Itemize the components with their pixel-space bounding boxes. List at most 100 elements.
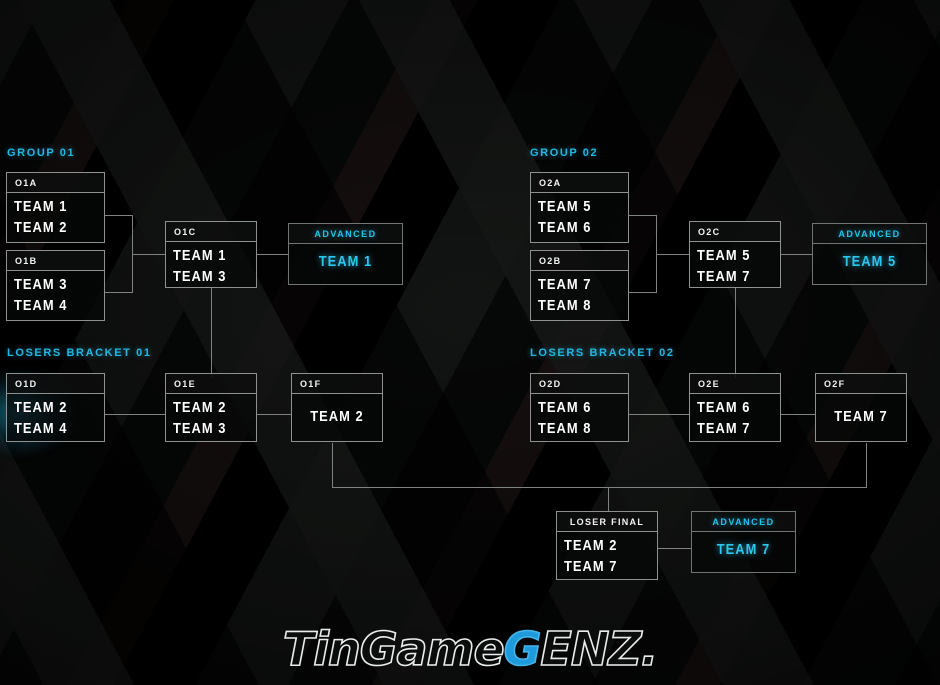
match-box-o2c[interactable]: O2C TEAM 5 TEAM 7 [689,221,781,288]
advanced-label: ADVANCED [289,224,402,244]
match-id-o1c: O1C [166,222,256,242]
advanced-box-loser-final[interactable]: ADVANCED TEAM 7 [691,511,796,573]
match-box-o2f[interactable]: O2F TEAM 7 [815,373,907,442]
connector-o1c-drop-to-o1e [211,288,212,378]
team-entry: TEAM 1 [173,247,227,264]
match-id-o1a: O1A [7,173,104,193]
team-entry: TEAM 2 [173,399,227,416]
match-id-o1b: O1B [7,251,104,271]
match-teams-o1a: TEAM 1 TEAM 2 [7,193,104,241]
match-teams-o1d: TEAM 2 TEAM 4 [7,394,104,442]
match-box-o1e[interactable]: O1E TEAM 2 TEAM 3 [165,373,257,442]
section-label-group-02: GROUP 02 [530,147,599,159]
watermark-part-3: ENZ. [540,621,659,677]
team-entry: TEAM 7 [564,558,618,575]
connector-o1c-to-advanced [256,254,288,255]
watermark-part-2: G [503,621,542,677]
match-id-o1f: O1F [292,374,382,394]
section-label-losers-bracket-01: LOSERS BRACKET 01 [7,347,152,359]
connector-o2f-drop [866,443,867,487]
connector-o1f-drop [332,443,333,487]
match-box-o1d[interactable]: O1D TEAM 2 TEAM 4 [6,373,105,442]
team-entry: TEAM 7 [697,268,751,285]
connector-o2e-to-o2f [780,414,815,415]
team-entry: TEAM 7 [834,408,888,425]
match-teams-o1f: TEAM 2 [292,394,382,430]
team-entry: TEAM 7 [697,420,751,437]
advanced-team-group-02: TEAM 5 [813,244,926,275]
match-id-o2e: O2E [690,374,780,394]
match-teams-o2e: TEAM 6 TEAM 7 [690,394,780,442]
team-entry: TEAM 3 [173,268,227,285]
match-teams-o2f: TEAM 7 [816,394,906,430]
advanced-team-group-01: TEAM 1 [289,244,402,275]
team-entry: TEAM 8 [538,297,592,314]
team-entry: TEAM 7 [716,541,771,558]
connector-to-o1c [132,254,165,255]
match-id-loser-final: LOSER FINAL [557,512,657,532]
team-entry: TEAM 3 [14,276,68,293]
section-label-losers-bracket-02: LOSERS BRACKET 02 [530,347,675,359]
match-teams-o2d: TEAM 6 TEAM 8 [531,394,628,442]
team-entry: TEAM 5 [842,253,897,270]
connector-o2c-drop-to-o2e [735,288,736,378]
team-entry: TEAM 2 [564,537,618,554]
team-entry: TEAM 6 [538,399,592,416]
team-entry: TEAM 5 [538,198,592,215]
match-box-o1b[interactable]: O1B TEAM 3 TEAM 4 [6,250,105,321]
match-id-o2c: O2C [690,222,780,242]
team-entry: TEAM 8 [538,420,592,437]
team-entry: TEAM 2 [310,408,364,425]
team-entry: TEAM 1 [318,253,373,270]
watermark-logo: TinGameGENZ. [0,621,940,677]
match-box-o2a[interactable]: O2A TEAM 5 TEAM 6 [530,172,629,243]
connector-to-loser-final [608,487,609,511]
advanced-team-loser-final: TEAM 7 [692,532,795,563]
team-entry: TEAM 4 [14,420,68,437]
match-teams-o2b: TEAM 7 TEAM 8 [531,271,628,319]
match-teams-o1c: TEAM 1 TEAM 3 [166,242,256,290]
connector-losers-merge [332,487,867,488]
match-box-o2b[interactable]: O2B TEAM 7 TEAM 8 [530,250,629,321]
advanced-label: ADVANCED [813,224,926,244]
advanced-box-group-02[interactable]: ADVANCED TEAM 5 [812,223,927,285]
match-id-o1e: O1E [166,374,256,394]
match-box-o1f[interactable]: O1F TEAM 2 [291,373,383,442]
match-teams-o1b: TEAM 3 TEAM 4 [7,271,104,319]
watermark-part-1: TinGame [282,621,505,677]
match-id-o1d: O1D [7,374,104,394]
advanced-label: ADVANCED [692,512,795,532]
match-id-o2d: O2D [531,374,628,394]
background-vignette [0,0,940,685]
connector-o2a-out [629,215,656,216]
team-entry: TEAM 4 [14,297,68,314]
match-teams-o2c: TEAM 5 TEAM 7 [690,242,780,290]
match-id-o2b: O2B [531,251,628,271]
match-id-o2a: O2A [531,173,628,193]
connector-o1a-out [105,215,132,216]
team-entry: TEAM 6 [538,219,592,236]
connector-to-o2c [656,254,689,255]
match-id-o2f: O2F [816,374,906,394]
team-entry: TEAM 6 [697,399,751,416]
match-box-o2e[interactable]: O2E TEAM 6 TEAM 7 [689,373,781,442]
match-box-loser-final[interactable]: LOSER FINAL TEAM 2 TEAM 7 [556,511,658,580]
connector-o2c-to-advanced [780,254,812,255]
match-box-o2d[interactable]: O2D TEAM 6 TEAM 8 [530,373,629,442]
section-label-group-01: GROUP 01 [7,147,76,159]
bracket-canvas: GROUP 01 GROUP 02 LOSERS BRACKET 01 LOSE… [0,0,940,685]
team-entry: TEAM 2 [14,219,68,236]
team-entry: TEAM 1 [14,198,68,215]
team-entry: TEAM 5 [697,247,751,264]
connector-o2b-out [629,292,656,293]
advanced-box-group-01[interactable]: ADVANCED TEAM 1 [288,223,403,285]
team-entry: TEAM 3 [173,420,227,437]
match-box-o1c[interactable]: O1C TEAM 1 TEAM 3 [165,221,257,288]
match-box-o1a[interactable]: O1A TEAM 1 TEAM 2 [6,172,105,243]
connector-o1e-to-o1f [256,414,291,415]
team-entry: TEAM 2 [14,399,68,416]
team-entry: TEAM 7 [538,276,592,293]
match-teams-o1e: TEAM 2 TEAM 3 [166,394,256,442]
connector-loser-final-to-advanced [658,548,691,549]
match-teams-loser-final: TEAM 2 TEAM 7 [557,532,657,580]
